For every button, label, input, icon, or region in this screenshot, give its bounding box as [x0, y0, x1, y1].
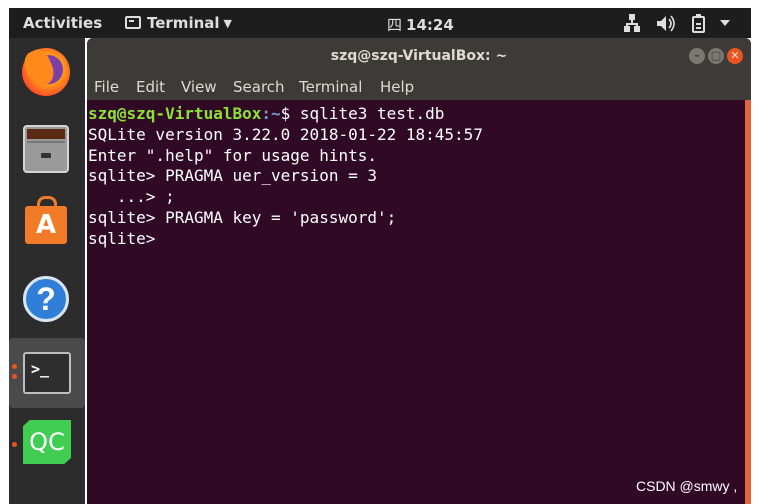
menu-help[interactable]: Help: [380, 78, 414, 96]
app-menu[interactable]: Terminal ▼: [125, 14, 232, 32]
prompt-path: :~: [261, 104, 281, 123]
qt-creator-icon: QC: [23, 420, 71, 464]
output-line: sqlite> PRAGMA key = 'password';: [88, 207, 397, 227]
output-line: sqlite> PRAGMA uer_version = 3: [88, 166, 377, 186]
dock-item-software[interactable]: A: [9, 192, 85, 262]
software-store-icon: A: [25, 196, 67, 244]
title-bar[interactable]: szq@szq-VirtualBox: ~ – □ ✕: [87, 38, 751, 74]
menu-edit[interactable]: Edit: [136, 78, 165, 96]
running-indicator: [12, 374, 17, 379]
dock-item-firefox[interactable]: [9, 40, 85, 110]
firefox-icon: [22, 48, 70, 96]
menu-terminal[interactable]: Terminal: [299, 78, 362, 96]
window-controls: – □ ✕: [686, 47, 743, 64]
dock-item-qt-creator[interactable]: QC: [9, 412, 85, 482]
command-text: sqlite3 test.db: [299, 104, 445, 123]
output-line: ...> ;: [88, 187, 175, 207]
menu-bar: File Edit View Search Terminal Help: [87, 74, 751, 100]
terminal-icon: >_: [23, 352, 71, 394]
maximize-icon[interactable]: □: [708, 48, 724, 64]
dock-item-files[interactable]: [9, 116, 85, 186]
menu-search[interactable]: Search: [233, 78, 285, 96]
files-icon: [23, 125, 69, 173]
chevron-down-icon: ▼: [223, 17, 232, 30]
battery-icon: [692, 14, 705, 33]
app-menu-label: Terminal: [147, 14, 220, 32]
prompt-symbol: $: [280, 104, 300, 123]
watermark: CSDN @smwy ,: [636, 478, 738, 494]
menu-file[interactable]: File: [94, 78, 119, 96]
scrollbar-thumb[interactable]: [745, 100, 751, 504]
menu-view[interactable]: View: [181, 78, 217, 96]
network-icon: [624, 14, 640, 32]
clock-day: 四: [387, 16, 403, 34]
dock-item-help[interactable]: ?: [9, 266, 85, 336]
scrollbar[interactable]: [745, 100, 751, 504]
clock[interactable]: 四 14:24: [387, 14, 454, 35]
output-line: SQLite version 3.22.0 2018-01-22 18:45:5…: [88, 124, 483, 144]
terminal-window[interactable]: szq@szq-VirtualBox: ~ – □ ✕ File Edit View…: [87, 38, 751, 504]
clock-time: 14:24: [406, 16, 454, 34]
output-line: Enter ".help" for usage hints.: [88, 145, 377, 165]
minimize-icon[interactable]: –: [689, 48, 705, 64]
terminal-output[interactable]: szq@szq-VirtualBox:~$ sqlite3 test.db SQL…: [87, 100, 743, 504]
terminal-icon: [125, 16, 141, 29]
prompt-line: szq@szq-VirtualBox:~$ sqlite3 test.db: [88, 104, 743, 125]
dock-item-terminal[interactable]: >_: [9, 338, 85, 408]
window-title: szq@szq-VirtualBox: ~: [330, 48, 508, 64]
volume-icon: [657, 15, 675, 32]
power-menu-icon: [720, 20, 730, 26]
running-indicator: [12, 364, 17, 369]
close-icon[interactable]: ✕: [727, 48, 743, 64]
prompt-user: szq@szq-VirtualBox: [88, 104, 262, 123]
output-line: sqlite>: [88, 228, 166, 248]
activities-button[interactable]: Activities: [23, 14, 102, 32]
tray-icons[interactable]: [624, 14, 742, 34]
help-icon: ?: [23, 276, 69, 322]
dock: A ? >_ QC: [9, 38, 85, 504]
running-indicator: [12, 442, 17, 447]
